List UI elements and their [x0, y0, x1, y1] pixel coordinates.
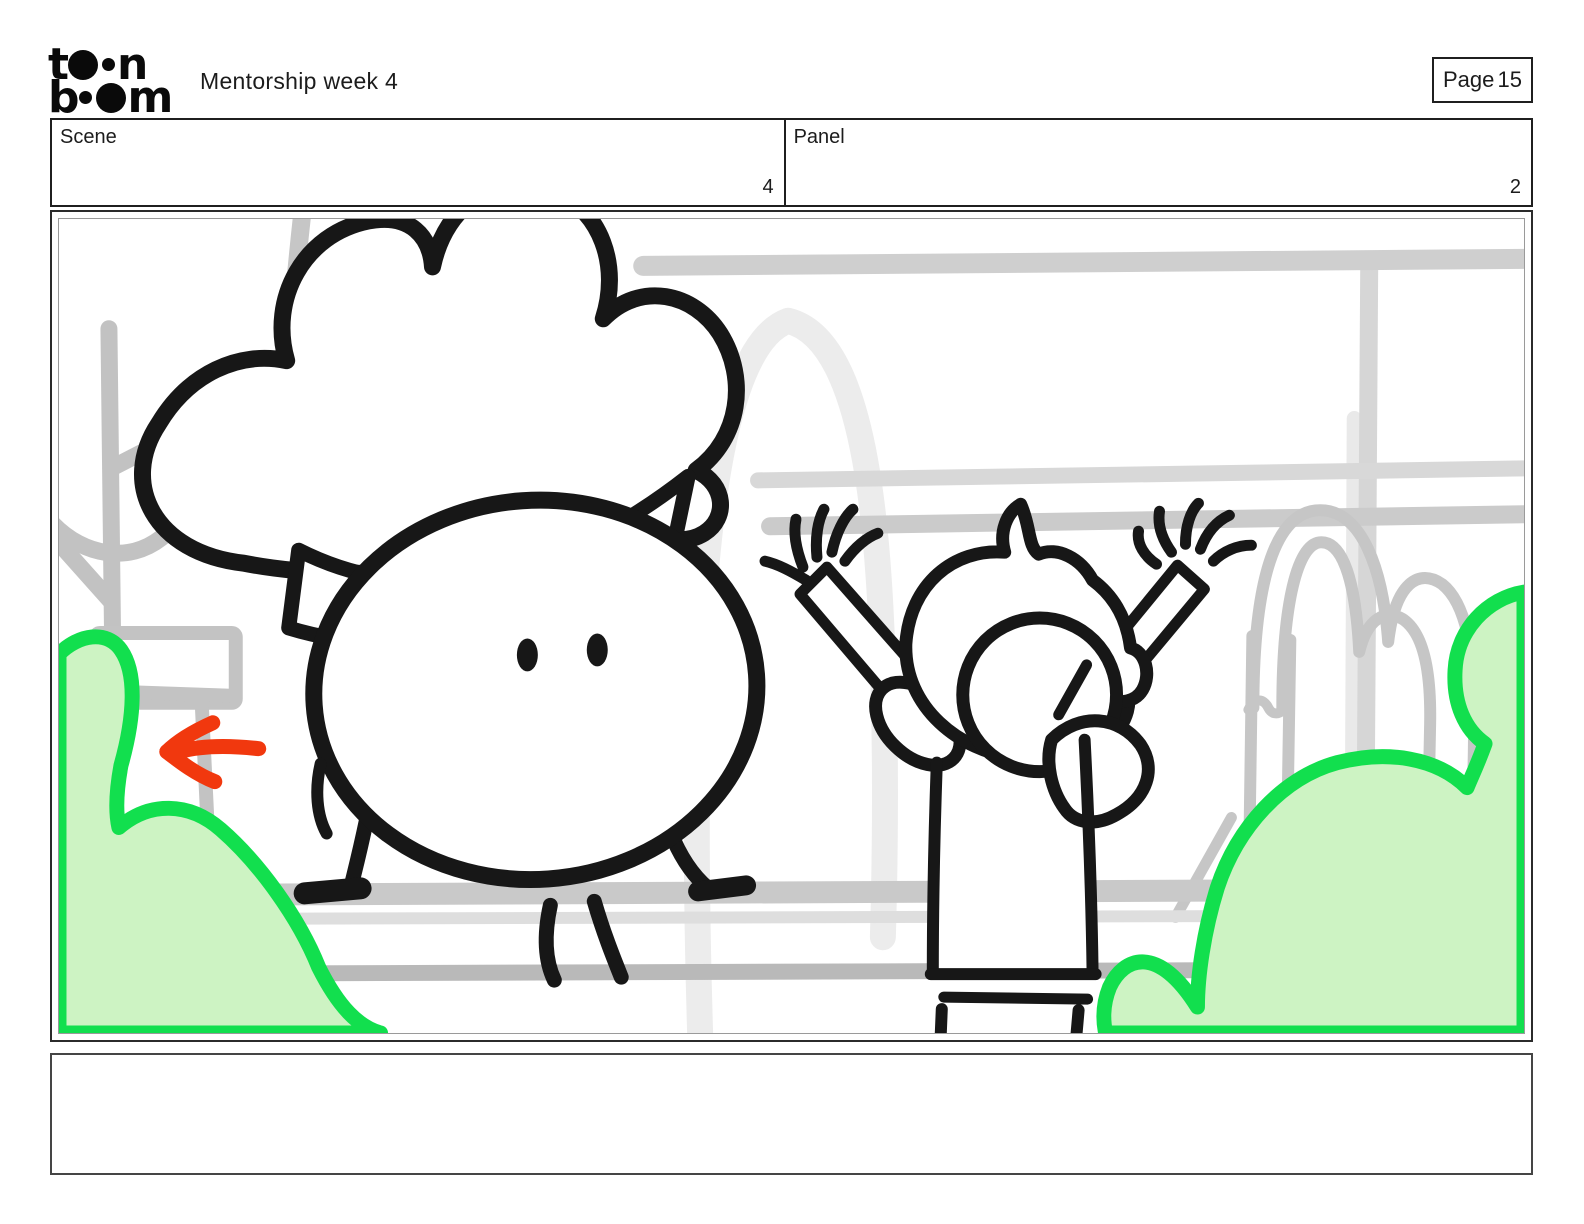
logo-letter-m: m [127, 72, 174, 123]
right-bush [1096, 584, 1524, 1033]
page-number: 15 [1497, 67, 1522, 92]
logo-dot-icon [78, 91, 92, 104]
project-title: Mentorship week 4 [200, 68, 399, 94]
logo-dot-icon [95, 82, 126, 113]
red-arrow-annotation [159, 715, 267, 790]
page-number-box: Page 15 [1432, 57, 1533, 103]
page-label: Page [1443, 67, 1495, 92]
scene-label: Scene [60, 126, 117, 148]
scene-panel-bar: Scene 4 Panel 2 [50, 118, 1533, 207]
toonboom-logo: t n b m [48, 43, 174, 123]
logo-dot-icon [102, 58, 116, 71]
person-ponytail [1042, 714, 1155, 829]
scene-number: 4 [762, 176, 774, 198]
scene-cell: Scene 4 [52, 120, 786, 205]
storyboard-frame [50, 210, 1533, 1042]
cheering-person [759, 497, 1257, 1033]
caption-box [50, 1053, 1533, 1175]
storyboard-drawing [58, 218, 1525, 1034]
storyboard-sketch [59, 219, 1524, 1033]
panel-cell: Panel 2 [786, 120, 1531, 205]
toonboom-logo-row2: b m [48, 72, 174, 123]
panel-number: 2 [1509, 176, 1521, 198]
logo-letter-b: b [48, 72, 79, 123]
panel-label: Panel [793, 126, 845, 148]
